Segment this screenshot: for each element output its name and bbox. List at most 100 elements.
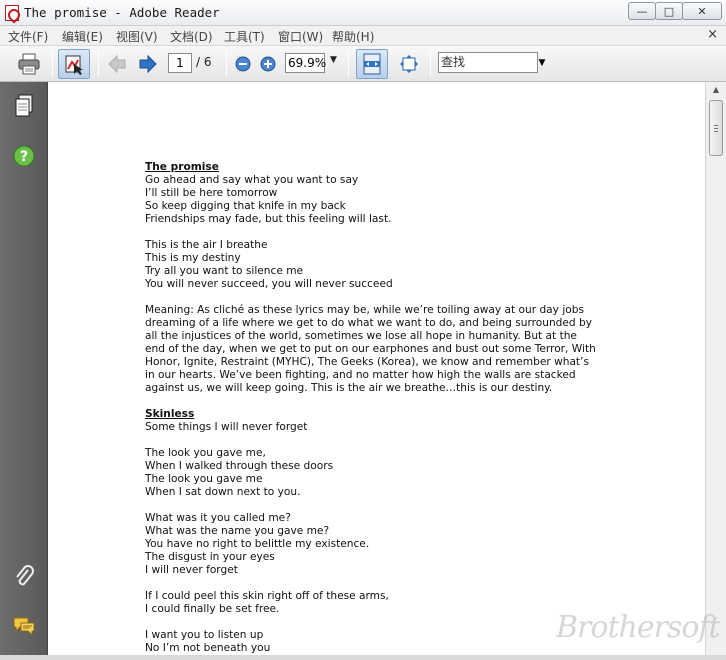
text-line: dreaming of a life where we get to do wh…	[145, 317, 625, 330]
toolbar	[0, 46, 726, 82]
page-total: / 6	[196, 55, 212, 69]
grip-line	[714, 125, 718, 126]
text-line: end of the day, when we get to put on ou…	[145, 343, 625, 356]
find-input[interactable]: 查找	[438, 52, 538, 73]
text-line: in our hearts. We’ve been fighting, and …	[145, 369, 625, 382]
line-text: This is the air I breathe	[145, 239, 268, 251]
adobe-reader-icon	[5, 5, 19, 21]
heading-text: The promise	[145, 161, 219, 173]
line-text: The look you gave me	[145, 473, 263, 485]
hand-tool-button[interactable]	[58, 49, 90, 79]
find-dropdown-icon[interactable]: ▼	[537, 52, 547, 73]
text-line: You will never succeed, you will never s…	[145, 278, 625, 291]
maximize-button[interactable]: □	[655, 2, 683, 20]
vertical-scrollbar[interactable]: ▲	[705, 82, 726, 660]
toolbar-separator	[52, 51, 53, 77]
minimize-button[interactable]: —	[628, 2, 656, 20]
text-line: I will never forget	[145, 564, 625, 577]
line-text: against us, we will keep going. This is …	[145, 382, 553, 394]
heading-text: Skinless	[145, 408, 195, 420]
zoom-out-icon	[235, 56, 251, 72]
text-line: Meaning: As cliché as these lyrics may b…	[145, 304, 625, 317]
line-text: Honor, Ignite, Restraint (MYHC), The Gee…	[145, 356, 589, 368]
menu-tools[interactable]: 工具(T)	[224, 28, 265, 45]
text-line: If I could peel this skin right off of t…	[145, 590, 625, 603]
document-close-icon[interactable]: ×	[707, 27, 718, 42]
text-line: Go ahead and say what you want to say	[145, 174, 625, 187]
line-text: The look you gave me,	[145, 447, 266, 459]
navigation-pane: ?	[0, 82, 48, 660]
grip-line	[714, 128, 718, 129]
grip-line	[714, 131, 718, 132]
text-line: against us, we will keep going. This is …	[145, 382, 625, 395]
toolbar-separator	[430, 51, 431, 77]
close-button[interactable]: ✕	[682, 2, 722, 20]
paperclip-icon	[16, 565, 34, 586]
print-button[interactable]	[14, 49, 44, 79]
text-line: Honor, Ignite, Restraint (MYHC), The Gee…	[145, 356, 625, 369]
line-text: What was it you called me?	[145, 512, 291, 524]
comments-panel-button[interactable]	[10, 612, 38, 640]
line-text: Meaning: As cliché as these lyrics may b…	[145, 304, 584, 316]
zoom-dropdown-icon[interactable]: ▼	[330, 55, 337, 65]
text-line: Try all you want to silence me	[145, 265, 625, 278]
menu-edit[interactable]: 编辑(E)	[62, 28, 103, 45]
document-text: The promise Go ahead and say what you wan…	[145, 161, 625, 655]
line-text: So keep digging that knife in my back	[145, 200, 346, 212]
zoom-level-input[interactable]: 69.9%	[285, 53, 326, 73]
line-text: dreaming of a life where we get to do wh…	[145, 317, 592, 329]
zoom-in-button[interactable]	[257, 49, 279, 79]
text-line: The look you gave me	[145, 473, 625, 486]
menu-bar: 文件(F) 编辑(E) 视图(V) 文档(D) 工具(T) 窗口(W) 帮助(H…	[0, 26, 726, 46]
line-text: all the injustices of the world, sometim…	[145, 330, 577, 342]
help-panel-button[interactable]: ?	[10, 142, 38, 170]
line-text: The disgust in your eyes	[145, 551, 275, 563]
toolbar-separator	[98, 51, 99, 77]
text-line: I want you to listen up	[145, 629, 625, 642]
page-number-input[interactable]: 1	[168, 53, 192, 73]
menu-view[interactable]: 视图(V)	[116, 28, 158, 45]
line-text: I will never forget	[145, 564, 238, 576]
fit-width-button[interactable]	[356, 49, 388, 79]
attachments-panel-button[interactable]	[10, 562, 38, 590]
line-text: I could finally be set free.	[145, 603, 280, 615]
next-page-button[interactable]	[136, 49, 160, 79]
scrollbar-thumb[interactable]	[709, 100, 723, 156]
window-title: The promise - Adobe Reader	[24, 5, 220, 20]
comments-icon	[13, 617, 35, 637]
document-page[interactable]: The promise Go ahead and say what you wan…	[49, 82, 705, 660]
menu-document[interactable]: 文档(D)	[170, 28, 213, 45]
section-heading: Skinless	[145, 408, 625, 421]
menu-file[interactable]: 文件(F)	[8, 28, 48, 45]
line-text: Go ahead and say what you want to say	[145, 174, 359, 186]
fit-width-icon	[363, 53, 381, 75]
zoom-out-button[interactable]	[232, 49, 254, 79]
text-line: What was it you called me?	[145, 512, 625, 525]
text-line: When I walked through these doors	[145, 460, 625, 473]
fit-page-icon	[400, 55, 418, 73]
menu-help[interactable]: 帮助(H)	[332, 28, 374, 45]
line-text: I want you to listen up	[145, 629, 264, 641]
text-line: I could finally be set free.	[145, 603, 625, 616]
text-line: So keep digging that knife in my back	[145, 200, 625, 213]
previous-page-button[interactable]	[106, 49, 128, 79]
section-heading: The promise	[145, 161, 625, 174]
text-line: When I sat down next to you.	[145, 486, 625, 499]
text-line: You have no right to belittle my existen…	[145, 538, 625, 551]
line-text: When I walked through these doors	[145, 460, 334, 472]
full-screen-button[interactable]	[394, 49, 424, 79]
line-text: in our hearts. We’ve been fighting, and …	[145, 369, 576, 381]
scroll-up-icon[interactable]: ▲	[709, 85, 723, 99]
menu-window[interactable]: 窗口(W)	[278, 28, 323, 45]
status-strip	[0, 655, 726, 660]
line-text: This is my destiny	[145, 252, 241, 264]
pages-panel-button[interactable]	[10, 92, 38, 120]
text-line: The look you gave me,	[145, 447, 625, 460]
window-controls: — □ ✕	[628, 2, 722, 20]
text-line: No I’m not beneath you	[145, 642, 625, 655]
